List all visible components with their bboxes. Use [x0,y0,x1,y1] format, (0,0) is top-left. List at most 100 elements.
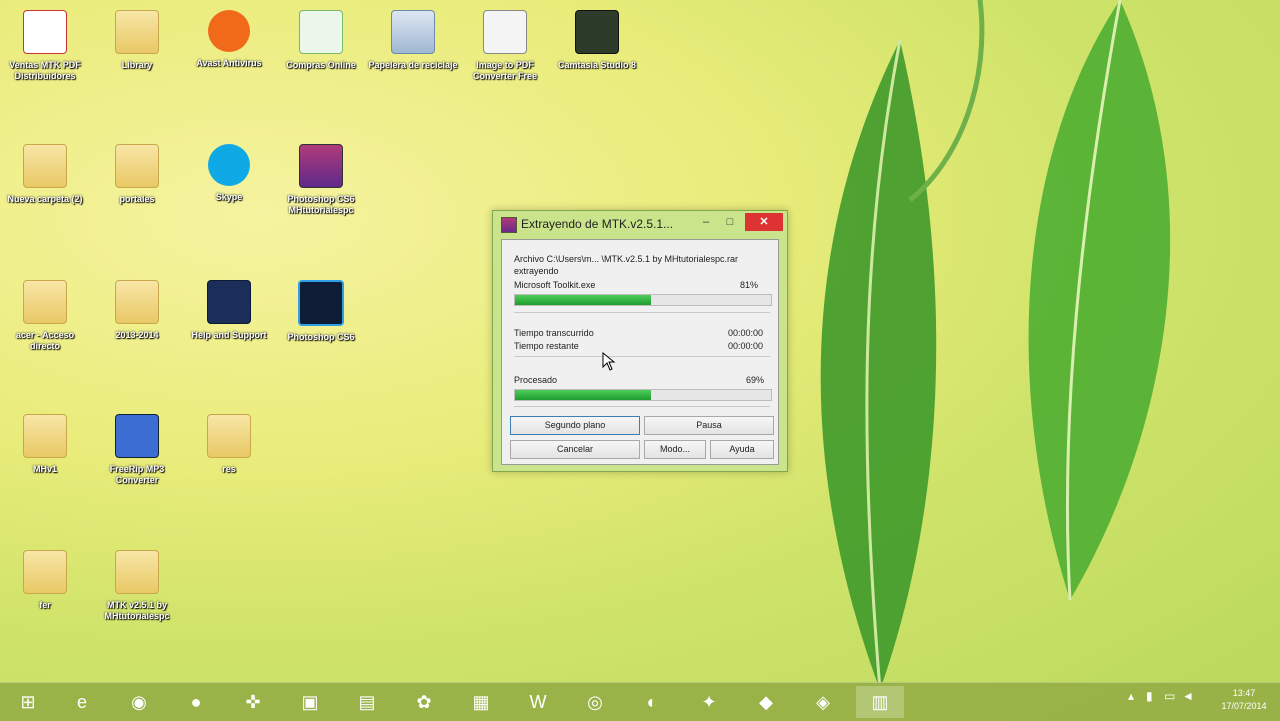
file-explorer-icon[interactable]: ▤ [343,686,391,718]
recycle-bin-icon [391,10,435,54]
desktop-icon-label: Help and Support [191,330,267,340]
dialog-title: Extrayendo de MTK.v2.5.1... [521,217,674,231]
maximize-button[interactable]: □ [719,213,741,231]
folder-icon [115,550,159,594]
filezilla-icon[interactable]: ✦ [685,686,733,718]
desktop-icon[interactable]: MHv1 [0,414,90,475]
folder-icon [23,144,67,188]
extraction-dialog[interactable]: Extrayendo de MTK.v2.5.1... – □ ✕ Archiv… [492,210,788,472]
desktop-icon[interactable]: fer [0,550,90,611]
desktop-icon-label: Skype [215,192,243,202]
desktop-icon[interactable]: portales [92,144,182,205]
volume-icon[interactable]: ◄ [1182,689,1194,703]
desktop-icon-label: MHv1 [32,464,57,474]
desktop-icon-label: 2013-2014 [115,330,159,340]
folder-icon [23,550,67,594]
minimize-button[interactable]: – [695,213,717,231]
outlook-icon[interactable]: ▣ [286,686,334,718]
folder-icon [115,280,159,324]
desktop-icon[interactable]: Camtasia Studio 8 [552,10,642,71]
desktop-icon-label: Camtasia Studio 8 [557,60,637,70]
winrar-archive-icon [299,144,343,188]
divider [514,406,770,407]
help-button[interactable]: Ayuda [710,440,774,459]
network-icon[interactable]: ▮ [1146,689,1153,703]
skype-icon [208,144,250,186]
tray-arrow-icon[interactable]: ▴ [1128,689,1134,703]
gamepad-icon[interactable]: ✜ [229,686,277,718]
camtasia-recorder-icon[interactable]: ◆ [742,686,790,718]
divider [514,356,770,357]
paint-icon[interactable]: ✿ [400,686,448,718]
desktop-icon[interactable]: Ventas MTK PDF Distribuidores [0,10,90,82]
desktop-icon-label: MTK v2.5.1 by MHtutorialespc [104,600,170,621]
pdf-icon [23,10,67,54]
internet-explorer-icon[interactable]: e [58,686,106,718]
elapsed-value: 00:00:00 [728,328,764,338]
desktop-icon[interactable]: Compras Online [276,10,366,71]
desktop-icon[interactable]: Photoshop CS6 [276,280,366,343]
webcam-app-icon[interactable]: ◉ [115,686,163,718]
status-text: extrayendo [514,266,559,276]
winrar-icon[interactable]: ▥ [856,686,904,718]
desktop-icon[interactable]: FreeRip MP3 Converter [92,414,182,486]
dialog-body: Archivo C:\Users\m... \MTK.v2.5.1 by MHt… [501,239,779,465]
image-to-pdf-icon [483,10,527,54]
file-progress-fill [515,295,651,305]
camtasia-icon [575,10,619,54]
desktop-icon[interactable]: Image to PDF Converter Free [460,10,550,82]
desktop-icon-label: Papelera de reciclaje [368,60,458,70]
total-progress-fill [515,390,651,400]
desktop-icon[interactable]: Skype [184,144,274,203]
winrar-icon [501,217,517,233]
help-icon [207,280,251,324]
desktop-icon[interactable]: res [184,414,274,475]
background-button[interactable]: Segundo plano [510,416,640,435]
desktop-icon[interactable]: Library [92,10,182,71]
desktop-icon[interactable]: Nueva carpeta (2) [0,144,90,205]
folder-icon [115,10,159,54]
desktop-icon[interactable]: acer - Acceso directo [0,280,90,352]
photo-app-icon[interactable]: ▦ [457,686,505,718]
elapsed-label: Tiempo transcurrido [514,328,594,338]
mode-button[interactable]: Modo... [644,440,706,459]
camtasia-editor-icon[interactable]: ◈ [799,686,847,718]
taskbar: ⊞ e ◉ ● ✜ ▣ ▤ ✿ ▦ W ◎ ◐ ✦ ◆ ◈ ▥ ▴ ▮ ▭ ◄ 13:47 17/07/201… [0,682,1280,721]
pause-button[interactable]: Pausa [644,416,774,435]
firefox-icon[interactable]: ◐ [628,686,676,718]
remaining-value: 00:00:00 [728,341,764,351]
taskbar-clock[interactable]: 13:47 17/07/2014 [1214,687,1274,713]
desktop-icon[interactable]: Avast Antivirus [184,10,274,69]
desktop-icon[interactable]: Help and Support [184,280,274,341]
current-percent: 81% [740,280,759,290]
desktop-icon-label: fer [39,600,51,610]
desktop-icon[interactable]: Photoshop CS6 MHtutorialespc [276,144,366,216]
dialog-titlebar[interactable]: Extrayendo de MTK.v2.5.1... – □ ✕ [493,211,787,237]
desktop-icon-label: Nueva carpeta (2) [7,194,83,204]
desktop-icon-label: portales [119,194,155,204]
desktop-icon-label: Photoshop CS6 [287,332,355,342]
desktop-icon-label: res [222,464,236,474]
processed-label: Procesado [514,375,558,385]
desktop-icon[interactable]: MTK v2.5.1 by MHtutorialespc [92,550,182,622]
desktop-icon-label: Compras Online [286,60,356,70]
desktop-icon-label: Avast Antivirus [196,58,262,68]
desktop-icon[interactable]: Papelera de reciclaje [368,10,458,71]
divider [514,312,770,313]
desktop-icon[interactable]: 2013-2014 [92,280,182,341]
user-folder-icon [23,280,67,324]
desktop-icon-label: Ventas MTK PDF Distribuidores [9,60,81,81]
folder-icon [207,414,251,458]
windows-start-icon[interactable]: ⊞ [4,686,52,718]
close-button[interactable]: ✕ [745,213,783,231]
desktop-icon-label: acer - Acceso directo [15,330,75,351]
mouse-cursor-icon [602,352,616,371]
desktop-icon-label: Photoshop CS6 MHtutorialespc [287,194,355,215]
battery-icon[interactable]: ▭ [1164,689,1175,703]
cancel-button[interactable]: Cancelar [510,440,640,459]
media-player-icon[interactable]: ● [172,686,220,718]
word-icon[interactable]: W [514,686,562,718]
chrome-icon[interactable]: ◎ [571,686,619,718]
freerip-icon [115,414,159,458]
processed-percent: 69% [746,375,765,385]
